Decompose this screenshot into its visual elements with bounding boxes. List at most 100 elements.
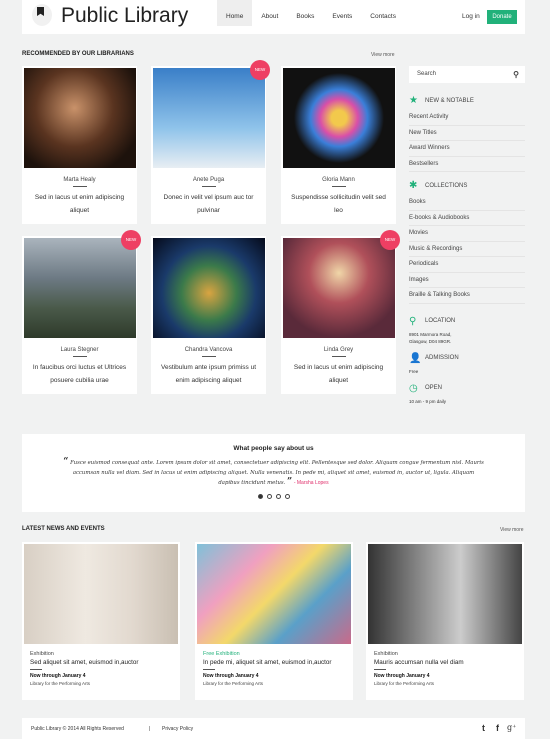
- book-cover-image[interactable]: [23, 68, 136, 168]
- event-image[interactable]: [24, 544, 178, 644]
- divider: [30, 669, 42, 670]
- testimonial-section: What people say about us “ Fusce euismod…: [22, 434, 525, 512]
- search-input[interactable]: Search ⚲: [409, 66, 525, 83]
- event-category: Free Exhibition: [203, 651, 240, 657]
- card-author: Laura Stegner: [60, 347, 99, 353]
- twitter-icon[interactable]: t: [482, 723, 485, 733]
- testimonial-title: What people say about us: [233, 445, 314, 452]
- card-description: Sed in lacus ut enim adipiscing aliquet: [34, 194, 125, 214]
- event-date: Now through January 4: [374, 673, 430, 679]
- facebook-icon[interactable]: f: [496, 723, 499, 733]
- admission-text: Free: [409, 368, 419, 374]
- event-location: Library for the Performing Arts: [374, 681, 435, 686]
- recommended-card[interactable]: Gloria Mann Suspendisse sollicitudin vel…: [281, 66, 396, 224]
- new-notable-heading: ★ NEW & NOTABLE: [409, 95, 525, 106]
- carousel-dot[interactable]: [284, 493, 290, 499]
- heading-label: OPEN: [425, 385, 443, 391]
- collections-heading: ✱ COLLECTIONS: [409, 180, 525, 191]
- carousel-dots: [22, 493, 525, 499]
- nav-about[interactable]: About: [252, 0, 287, 26]
- bookmark-logo-icon: [32, 4, 52, 26]
- google-plus-icon[interactable]: g⁺: [507, 723, 516, 732]
- recommended-view-more[interactable]: View more: [371, 52, 395, 58]
- site-logo[interactable]: Public Library: [61, 4, 188, 28]
- divider: [201, 356, 216, 357]
- divider: [331, 186, 346, 187]
- privacy-policy-link[interactable]: Privacy Policy: [162, 726, 193, 732]
- admission-heading: 👤 ADMISSION: [409, 353, 525, 364]
- book-cover-image[interactable]: [282, 238, 395, 338]
- card-author: Chandra Vancova: [184, 347, 233, 353]
- quote-text: Fusce euismod consequat ante. Lorem ipsu…: [70, 460, 484, 486]
- carousel-dot[interactable]: [275, 493, 281, 499]
- book-cover-image[interactable]: [282, 68, 395, 168]
- sidebar-link[interactable]: Books: [409, 195, 525, 211]
- recommended-card[interactable]: Chandra Vancova Vestibulum ante ipsum pr…: [151, 236, 266, 394]
- sidebar-link[interactable]: New Titles: [409, 126, 525, 141]
- card-author: Marta Healy: [63, 177, 96, 183]
- card-author: Gloria Mann: [322, 177, 355, 183]
- heading-label: ADMISSION: [425, 355, 459, 361]
- new-badge: NEW: [380, 230, 400, 250]
- nav-books[interactable]: Books: [287, 0, 323, 26]
- sidebar-link[interactable]: Periodicals: [409, 257, 525, 273]
- recommended-card[interactable]: Marta Healy Sed in lacus ut enim adipisc…: [22, 66, 137, 224]
- book-cover-image[interactable]: [152, 68, 265, 168]
- carousel-dot[interactable]: [257, 493, 263, 499]
- recommended-card[interactable]: Laura Stegner In faucibus orci luctus et…: [22, 236, 137, 394]
- sidebar: Search ⚲ ★ NEW & NOTABLE Recent Activity Ne…: [409, 66, 525, 413]
- carousel-dot[interactable]: [266, 493, 272, 499]
- card-description: Sed in lacus ut enim adipiscing aliquet: [293, 364, 384, 384]
- testimonial-quote: “ Fusce euismod consequat ante. Lorem ip…: [22, 457, 525, 489]
- nav-home[interactable]: Home: [217, 0, 253, 26]
- donate-button[interactable]: Donate: [487, 10, 517, 24]
- news-title: LATEST NEWS AND EVENTS: [22, 526, 105, 532]
- event-image[interactable]: [368, 544, 522, 644]
- open-quote-icon: “: [63, 457, 69, 467]
- book-cover-image[interactable]: [152, 238, 265, 338]
- divider: [203, 669, 215, 670]
- sidebar-link[interactable]: Recent Activity: [409, 110, 525, 126]
- sidebar-link[interactable]: Bestsellers: [409, 157, 525, 172]
- event-image[interactable]: [197, 544, 351, 644]
- card-description: Vestibulum ante ipsum primiss ut enim ad…: [161, 364, 257, 384]
- star-icon: ★: [409, 95, 418, 106]
- news-card[interactable]: Free Exhibition In pede mi, aliquet sit …: [195, 542, 353, 700]
- sidebar-link[interactable]: Movies: [409, 226, 525, 242]
- event-title[interactable]: Sed aliquet sit amet, euismod in,auctor: [30, 659, 180, 666]
- heading-label: NEW & NOTABLE: [425, 97, 474, 104]
- heading-label: LOCATION: [425, 318, 456, 324]
- main-nav: Home About Books Events Contacts: [217, 0, 405, 26]
- news-view-more[interactable]: View more: [500, 527, 524, 533]
- news-card[interactable]: Exhibition Sed aliquet sit amet, euismod…: [22, 542, 180, 700]
- divider: [201, 186, 216, 187]
- address-line: Glasgow, D04 89GR.: [409, 338, 452, 344]
- card-description: In faucibus orci luctus et Ultrices posu…: [32, 364, 127, 384]
- header: Public Library Home About Books Events C…: [22, 0, 525, 34]
- new-badge: NEW: [250, 60, 270, 80]
- event-title[interactable]: Mauris accumsan nulla vel diam: [374, 659, 524, 666]
- open-hours: 10 am - 9 pm daily: [409, 398, 447, 404]
- recommended-card[interactable]: Anete Puga Donec in velit vel ipsum auc …: [151, 66, 266, 224]
- card-description: Suspendisse sollicitudin velit sed leo: [291, 194, 386, 214]
- address-line: 8901 Marmora Road,: [409, 331, 452, 337]
- sidebar-link[interactable]: E-books & Audiobooks: [409, 211, 525, 226]
- sidebar-link[interactable]: Award Winners: [409, 141, 525, 157]
- close-quote-icon: ”: [286, 477, 293, 487]
- nav-contacts[interactable]: Contacts: [361, 0, 405, 26]
- search-icon[interactable]: ⚲: [513, 66, 519, 83]
- person-icon: 👤: [409, 352, 422, 364]
- recommended-card[interactable]: Linda Grey Sed in lacus ut enim adipisci…: [281, 236, 396, 394]
- card-author: Linda Grey: [323, 347, 354, 353]
- sidebar-link[interactable]: Music & Recordings: [409, 242, 525, 257]
- book-cover-image[interactable]: [23, 238, 136, 338]
- event-location: Library for the Performing Arts: [30, 681, 91, 686]
- login-link[interactable]: Log in: [462, 13, 480, 20]
- sidebar-link[interactable]: Images: [409, 273, 525, 288]
- card-author: Anete Puga: [192, 177, 225, 183]
- sidebar-link[interactable]: Braille & Talking Books: [409, 288, 525, 304]
- event-title[interactable]: In pede mi, aliquet sit amet, euismod in…: [203, 659, 353, 666]
- news-card[interactable]: Exhibition Mauris accumsan nulla vel dia…: [366, 542, 524, 700]
- nav-events[interactable]: Events: [323, 0, 361, 26]
- asterisk-icon: ✱: [409, 180, 418, 191]
